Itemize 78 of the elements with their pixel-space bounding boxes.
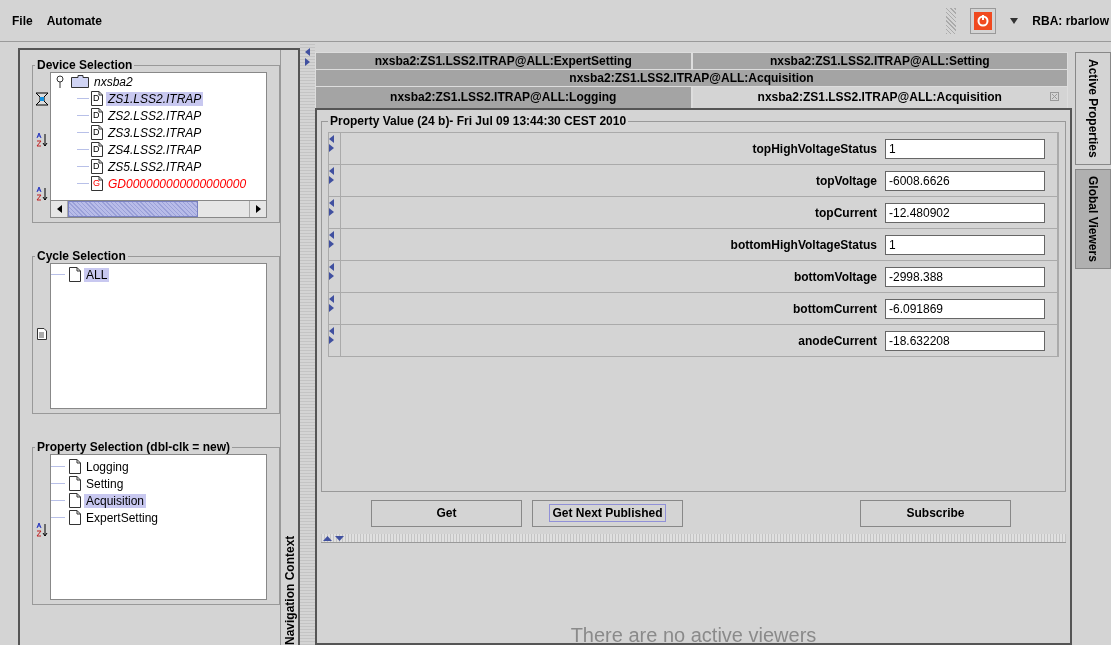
tree-item[interactable]: ALL xyxy=(84,267,110,282)
sort-icon[interactable] xyxy=(35,132,48,148)
document-icon xyxy=(69,493,81,508)
device-icon: D xyxy=(91,142,103,157)
field-label: bottomCurrent xyxy=(792,301,878,316)
field-label: topCurrent xyxy=(814,205,878,220)
power-icon xyxy=(974,11,993,30)
field-label: bottomHighVoltageStatus xyxy=(729,237,878,252)
field-label: bottomVoltage xyxy=(792,269,878,284)
tree-item[interactable]: ZS4.LSS2.ITRAP xyxy=(106,142,204,157)
row-handle[interactable] xyxy=(329,133,341,164)
field-label: topVoltage xyxy=(814,173,878,188)
user-label: RBA: rbarlow xyxy=(1032,13,1109,28)
scroll-left-icon[interactable] xyxy=(56,205,62,213)
input-field[interactable]: 1 xyxy=(885,234,1045,255)
tab[interactable]: nxsba2:ZS1.LSS2.ITRAP@ALL:Acquisition xyxy=(315,69,1068,86)
tree-item[interactable]: Acquisition xyxy=(84,493,147,508)
row-handle[interactable] xyxy=(329,229,341,260)
side-tab[interactable]: Global Viewers xyxy=(1075,168,1111,269)
group-title: Device Selection xyxy=(36,58,134,72)
tree-item[interactable]: Setting xyxy=(84,476,126,491)
sort-icon[interactable] xyxy=(35,186,48,202)
document-icon xyxy=(69,476,81,491)
side-tab[interactable]: Active Properties xyxy=(1075,52,1111,165)
row-handle[interactable] xyxy=(329,165,341,196)
tree-item[interactable]: nxsba2 xyxy=(92,74,135,89)
menu-item[interactable]: File xyxy=(12,13,33,28)
document-icon xyxy=(69,459,81,474)
tree-toggle-icon[interactable] xyxy=(55,74,67,89)
group-title: Property Value (24 b)- Fri Jul 09 13:44:30 CEST 2010 xyxy=(329,114,628,128)
input-field[interactable]: -2998.388 xyxy=(885,266,1045,287)
tab[interactable]: nxsba2:ZS1.LSS2.ITRAP@ALL:Logging xyxy=(315,86,692,108)
device-icon: D xyxy=(91,108,103,123)
tree-item[interactable]: ZS5.LSS2.ITRAP xyxy=(106,159,204,174)
field-label: anodeCurrent xyxy=(797,333,878,348)
tree-item[interactable]: ZS1.LSS2.ITRAP xyxy=(106,91,204,106)
tree-item[interactable]: ZS2.LSS2.ITRAP xyxy=(106,108,204,123)
side-tab[interactable]: Navigation Context xyxy=(282,235,297,645)
collapse-icon[interactable] xyxy=(305,48,310,56)
expand-icon[interactable] xyxy=(34,92,49,106)
tree-item[interactable]: ExpertSetting xyxy=(84,510,161,525)
device-icon: D xyxy=(91,125,103,140)
row-handle[interactable] xyxy=(329,261,341,292)
input-field[interactable]: -6008.6626 xyxy=(885,170,1045,191)
row-handle[interactable] xyxy=(329,197,341,228)
tree-item[interactable]: Logging xyxy=(84,459,131,474)
input-field[interactable]: -6.091869 xyxy=(885,298,1045,319)
horizontal-scrollbar[interactable] xyxy=(51,200,266,217)
input-field[interactable]: -12.480902 xyxy=(885,202,1045,223)
device-icon: D xyxy=(91,91,103,106)
tab[interactable]: nxsba2:ZS1.LSS2.ITRAP@ALL:Acquisition xyxy=(691,86,1068,108)
tab[interactable]: nxsba2:ZS1.LSS2.ITRAP@ALL:Setting xyxy=(691,52,1068,69)
folder-icon xyxy=(71,75,89,88)
power-button[interactable] xyxy=(970,7,997,34)
sort-icon[interactable] xyxy=(35,522,48,538)
menu-item[interactable]: Automate xyxy=(46,13,102,28)
group-title: Cycle Selection xyxy=(36,249,127,263)
field-label: topHighVoltageStatus xyxy=(751,141,878,156)
row-handle[interactable] xyxy=(329,325,341,356)
document-icon xyxy=(69,267,81,282)
group-title: Property Selection (dbl-clk = new) xyxy=(36,440,232,454)
tree-item[interactable]: GD000000000000000000 xyxy=(106,176,249,191)
input-field[interactable]: -18.632208 xyxy=(885,330,1045,351)
action-button[interactable]: Get Next Published xyxy=(532,499,683,527)
document-icon xyxy=(69,510,81,525)
device-icon: G xyxy=(91,176,103,191)
row-handle[interactable] xyxy=(329,293,341,324)
action-button[interactable]: Get xyxy=(371,499,522,527)
tab[interactable]: nxsba2:ZS1.LSS2.ITRAP@ALL:ExpertSetting xyxy=(315,52,692,69)
device-icon: D xyxy=(91,159,103,174)
action-button[interactable]: Subscribe xyxy=(860,499,1011,527)
input-field[interactable]: 1 xyxy=(885,138,1045,159)
toolbar-grip[interactable] xyxy=(946,7,957,34)
empty-message: There are no active viewers xyxy=(570,624,817,645)
document-icon[interactable] xyxy=(36,328,47,340)
scroll-right-icon[interactable] xyxy=(255,205,261,213)
caret-icon[interactable] xyxy=(1010,17,1019,24)
tree-item[interactable]: ZS3.LSS2.ITRAP xyxy=(106,125,204,140)
